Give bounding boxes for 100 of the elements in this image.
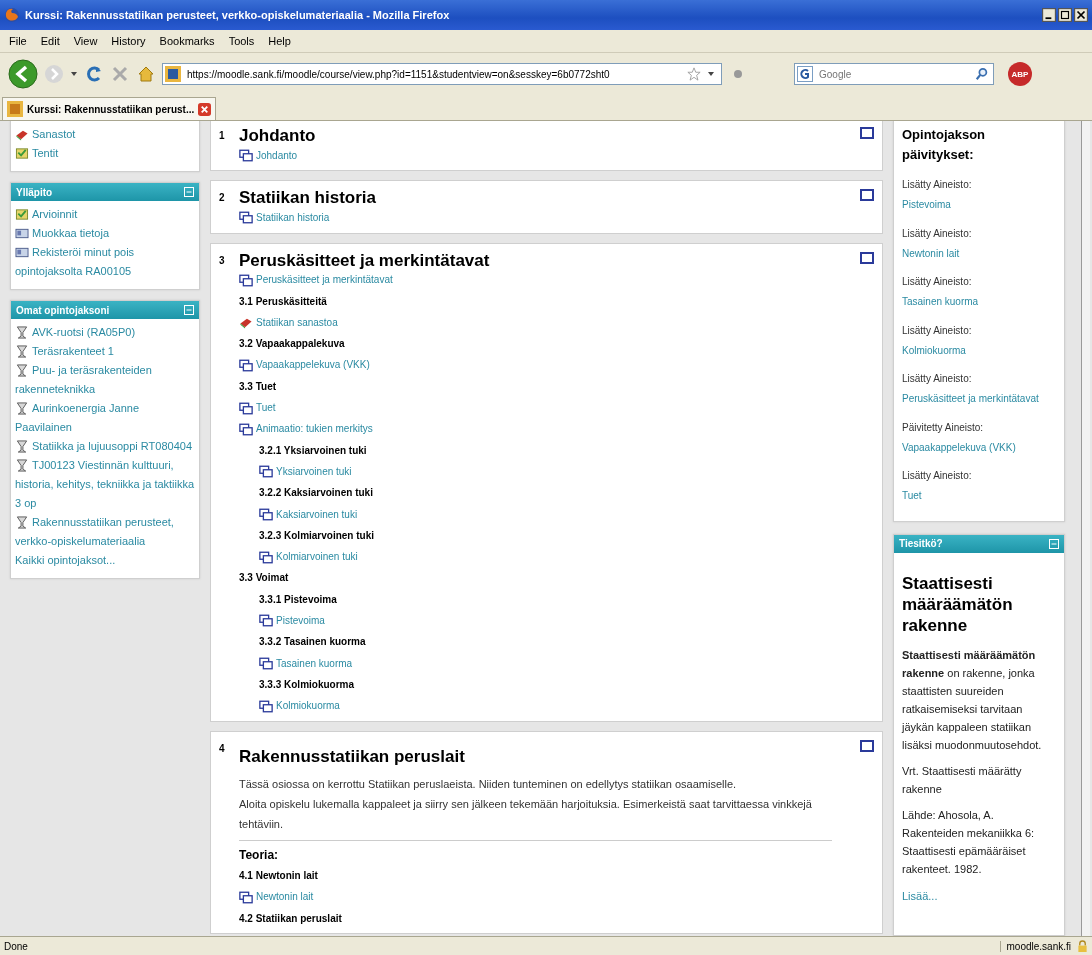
sidebar-link[interactable]: Muokkaa tietoja xyxy=(15,224,195,243)
resource-link[interactable]: Vapaakappelekuva (VKK) xyxy=(256,358,370,373)
resource-link[interactable]: Kolmiokuorma xyxy=(276,699,340,714)
update-link[interactable]: Kolmiokuorma xyxy=(902,340,1056,361)
search-engine-icon[interactable] xyxy=(797,66,813,82)
maximize-icon[interactable] xyxy=(1058,8,1072,22)
resource-link[interactable]: Newtonin lait xyxy=(256,890,314,905)
padlock-icon xyxy=(1077,939,1088,953)
sidebar-link[interactable]: Puu- ja teräsrakenteiden rakenneteknikka xyxy=(15,361,195,399)
resource-link[interactable]: Statiikan historia xyxy=(256,210,330,225)
id-card-icon xyxy=(15,246,29,259)
topic-heading: 3.2.1 Yksiarvoinen tuki xyxy=(259,443,367,458)
sidebar-link[interactable]: Kaikki opintojaksot... xyxy=(15,551,195,570)
resource-link[interactable]: Statiikan sanastoa xyxy=(256,315,338,330)
collapse-icon[interactable] xyxy=(1049,538,1059,549)
dropdown-icon[interactable] xyxy=(70,70,78,78)
collapse-icon[interactable] xyxy=(184,187,194,197)
window-icon[interactable] xyxy=(860,739,874,752)
window-icon[interactable] xyxy=(860,251,874,264)
menu-item[interactable]: View xyxy=(68,34,103,48)
menu-item[interactable]: Bookmarks xyxy=(154,34,220,48)
windows-icon xyxy=(239,149,253,163)
update-link[interactable]: Tuet xyxy=(902,486,1056,506)
goblet-icon xyxy=(15,326,29,339)
section-summary: Aloita opiskelu lukemalla kappaleet ja siirry sen jälkeen tekemään harjoituksia. Esimerkeistä saat tarvittaessa vinkkejä tehtäviin. xyxy=(239,796,813,832)
windows-icon xyxy=(239,358,253,372)
menu-item[interactable]: History xyxy=(106,34,151,48)
topic-heading: 3.1 Peruskäsitteitä xyxy=(239,294,327,309)
section-number: 2 xyxy=(219,191,226,206)
resource-link[interactable]: Tasainen kuorma xyxy=(276,656,353,671)
sidebar-link[interactable]: Arvioinnit xyxy=(15,205,195,224)
section-number: 1 xyxy=(219,129,226,143)
sidebar-link[interactable]: TJ00123 Viestinnän kulttuuri, historia, kehitys, tekniikka ja taktiikka 3 op xyxy=(15,456,195,513)
close-tab-icon[interactable] xyxy=(198,102,212,116)
goblet-icon xyxy=(15,402,29,415)
update-label: Lisätty Aineisto: xyxy=(902,226,973,241)
resource-link[interactable]: Kaksiarvoinen tuki xyxy=(276,507,358,522)
menu-item[interactable]: File xyxy=(4,34,32,48)
id-card-icon xyxy=(15,227,29,240)
block-title: Tiesitkö? xyxy=(899,538,943,549)
window-icon[interactable] xyxy=(860,189,874,202)
dropdown-icon[interactable] xyxy=(707,70,715,78)
home-icon[interactable] xyxy=(136,64,156,84)
collapse-icon[interactable] xyxy=(184,305,194,315)
update-link[interactable]: Peruskäsitteet ja merkintätavat xyxy=(902,389,1056,409)
windows-icon xyxy=(239,890,253,904)
menu-item[interactable]: Edit xyxy=(35,34,65,48)
windows-icon xyxy=(259,657,273,671)
search-icon[interactable] xyxy=(975,67,989,81)
update-label: Lisätty Aineisto: xyxy=(902,178,973,192)
status-host: moodle.sank.fi xyxy=(999,940,1071,952)
sidebar-link[interactable]: Rakennusstatiikan perusteet, verkko-opiskelumateriaalia xyxy=(15,513,195,551)
firefox-logo-icon xyxy=(4,7,20,23)
topic-heading: 3.3.2 Tasainen kuorma xyxy=(259,635,366,650)
sidebar-link[interactable]: Teräsrakenteet 1 xyxy=(15,342,195,361)
adblock-button[interactable]: ABP xyxy=(1008,62,1032,86)
topic-heading: 3.3 Voimat xyxy=(239,571,289,586)
menu-item[interactable]: Tools xyxy=(223,34,260,48)
goblet-icon xyxy=(15,345,29,358)
search-field[interactable]: Google xyxy=(794,63,994,85)
windows-icon xyxy=(239,211,253,225)
resource-link[interactable]: Tuet xyxy=(256,401,276,415)
resource-link[interactable]: Yksiarvoinen tuki xyxy=(276,464,352,479)
more-link[interactable]: Lisää... xyxy=(902,889,938,902)
minimize-icon[interactable] xyxy=(1042,8,1056,22)
sidebar-link[interactable]: AVK-ruotsi (RA05P0) xyxy=(15,323,195,342)
update-link[interactable]: Pistevoima xyxy=(902,195,1056,215)
update-link[interactable]: Newtonin lait xyxy=(902,243,1056,264)
update-link[interactable]: Vapaakappelekuva (VKK) xyxy=(902,437,1056,458)
resource-link[interactable]: Peruskäsitteet ja merkintätavat xyxy=(256,273,393,288)
goblet-icon xyxy=(15,516,29,529)
windows-icon xyxy=(239,401,253,415)
term-heading: Staattisesti määräämätön rakenne xyxy=(902,572,1014,636)
window-title: Kurssi: Rakennusstatiikan perusteet, verkko-opiskelumateriaalia - Mozilla Firefox xyxy=(25,9,451,21)
update-label: Lisätty Aineisto: xyxy=(902,372,973,386)
star-icon[interactable] xyxy=(687,67,701,81)
update-link[interactable]: Tasainen kuorma xyxy=(902,292,1056,312)
status-text: Done xyxy=(4,940,29,952)
sidebar-link[interactable]: Rekisteröi minut pois opintojaksolta RA00105 xyxy=(15,243,195,281)
close-icon[interactable] xyxy=(1074,8,1088,22)
menu-item[interactable]: Help xyxy=(263,34,296,48)
sidebar-link[interactable]: Sanastot xyxy=(15,125,195,144)
browser-tab[interactable]: Kurssi: Rakennusstatiikan perust... xyxy=(2,97,217,120)
resource-link[interactable]: Pistevoima xyxy=(276,614,325,628)
sidebar-link[interactable]: Aurinkoenergia Janne Paavilainen xyxy=(15,399,195,437)
topic-heading: 3.2 Vapaakappalekuva xyxy=(239,337,345,352)
scrollbar[interactable] xyxy=(1081,121,1090,936)
section-title: Peruskäsitteet ja merkintätavat xyxy=(239,251,491,270)
resource-link[interactable]: Johdanto xyxy=(256,148,298,163)
window-icon[interactable] xyxy=(860,127,874,139)
sidebar-link[interactable]: Statiikka ja lujuusoppi RT080404 xyxy=(15,437,195,456)
section-summary: Tässä osiossa on kerrottu Statiikan peruslaeista. Niiden tunteminen on edellytys statiikan osaamiselle. xyxy=(239,776,738,792)
resource-link[interactable]: Kolmiarvoinen tuki xyxy=(276,550,358,565)
sidebar-link[interactable]: Tentit xyxy=(15,144,195,163)
windows-icon xyxy=(239,422,253,436)
term-paragraph: Vrt. Staattisesti määrätty rakenne xyxy=(902,763,1023,797)
subsection-title: Teoria: xyxy=(239,846,280,864)
windows-icon xyxy=(239,273,253,287)
resource-link[interactable]: Animaatio: tukien merkitys xyxy=(256,422,373,437)
address-field[interactable]: https://moodle.sank.fi/moodle/course/view.php?id=1151&studentview=on&sesskey=6b0772sht0 xyxy=(162,63,722,85)
